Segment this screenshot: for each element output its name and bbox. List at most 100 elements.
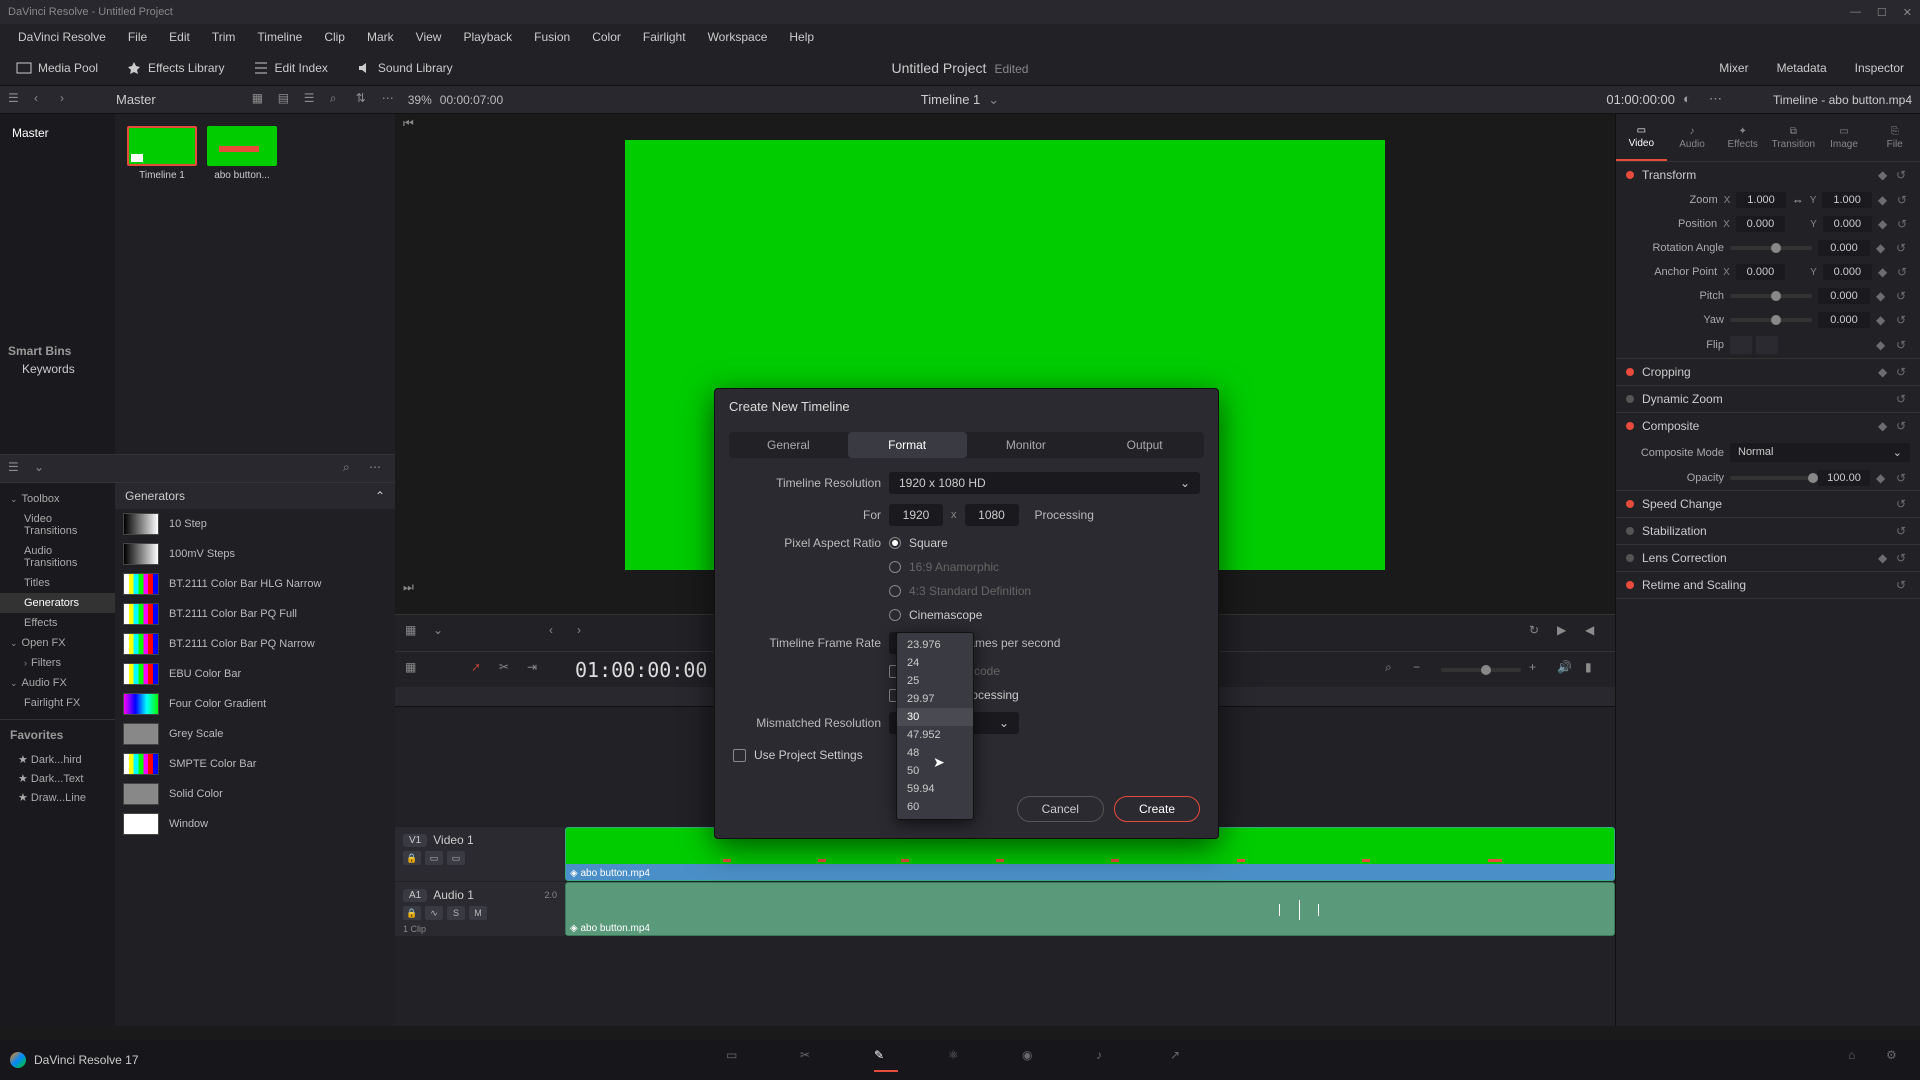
keyframe-icon[interactable]: ◆ [1878,217,1891,231]
flip-h-button[interactable] [1730,336,1752,354]
meter-icon[interactable]: ▮ [1585,660,1605,680]
solo-button[interactable]: S [447,906,465,920]
effects-library-button[interactable]: Effects Library [118,56,232,80]
track-enable-icon[interactable]: ▭ [425,851,443,865]
generator-item[interactable]: EBU Color Bar [115,659,395,689]
keyframe-icon[interactable]: ◆ [1878,193,1891,207]
dialog-tab-monitor[interactable]: Monitor [967,432,1086,458]
insert-tool-icon[interactable]: ⇥ [527,660,547,680]
fx-effects[interactable]: Effects [0,613,115,633]
metadata-button[interactable]: Metadata [1769,57,1835,79]
timeline-timecode[interactable]: 01:00:00:00 [575,658,707,682]
fav-3[interactable]: ★ Draw...Line [0,788,115,807]
fx-generators[interactable]: Generators [0,593,115,613]
menu-mark[interactable]: Mark [357,26,404,48]
dialog-tab-output[interactable]: Output [1085,432,1204,458]
menu-view[interactable]: View [406,26,452,48]
fps-option[interactable]: 59.94 [897,780,973,798]
transform-header[interactable]: Transform◆↺ [1616,162,1920,188]
track-curve-icon[interactable]: ∿ [425,906,443,920]
keyframe-icon[interactable]: ◆ [1876,338,1890,352]
pos-x-input[interactable]: 0.000 [1736,216,1785,232]
menu-file[interactable]: File [118,26,157,48]
next-edit-icon[interactable]: › [577,623,597,643]
inspector-tab-file[interactable]: ⎘File [1869,114,1920,161]
reset-icon[interactable]: ↺ [1897,265,1910,279]
generator-item[interactable]: SMPTE Color Bar [115,749,395,779]
timeline-name[interactable]: Timeline 1 [921,92,980,107]
timeline-view-icon[interactable]: ▦ [405,623,425,643]
fx-openfx[interactable]: ⌄Open FX [0,633,115,653]
generator-item[interactable]: 100mV Steps [115,539,395,569]
stabilization-header[interactable]: Stabilization↺ [1616,518,1920,544]
reset-icon[interactable]: ↺ [1897,217,1910,231]
track-thumb-icon[interactable]: ▭ [447,851,465,865]
generator-item[interactable]: BT.2111 Color Bar HLG Narrow [115,569,395,599]
more-icon[interactable]: ⋯ [382,91,400,109]
clip-thumb-timeline1[interactable]: Timeline 1 [127,126,197,181]
more-icon[interactable]: ⋯ [369,460,387,478]
close-icon[interactable]: ✕ [1903,6,1912,19]
generator-item[interactable]: BT.2111 Color Bar PQ Narrow [115,629,395,659]
collapse-icon[interactable]: ⌃ [375,489,385,503]
bypass-icon[interactable]: ◐ [1683,91,1701,109]
track-badge-a1[interactable]: A1 [403,889,427,902]
inspector-tab-video[interactable]: ▭Video [1616,114,1667,161]
minimize-icon[interactable]: — [1850,6,1861,19]
generator-item[interactable]: Window [115,809,395,839]
width-input[interactable]: 1920 [889,504,943,526]
anchor-y-input[interactable]: 0.000 [1823,264,1872,280]
media-page-icon[interactable]: ▭ [726,1048,750,1072]
mixer-button[interactable]: Mixer [1711,57,1756,79]
blade-tool-icon[interactable]: ✂ [499,660,519,680]
par-sd-radio[interactable] [889,585,901,597]
fps-option[interactable]: 47.952 [897,726,973,744]
zoom-slider[interactable] [1441,668,1521,672]
play-fwd-icon[interactable]: ▶ [1557,623,1577,643]
inspector-tab-effects[interactable]: ✦Effects [1717,114,1768,161]
generator-item[interactable]: 10 Step [115,509,395,539]
track-content-a1[interactable]: ◈ abo button.mp4 [565,882,1615,936]
list-icon[interactable]: ☰ [304,91,322,109]
par-anamorphic-radio[interactable] [889,561,901,573]
menu-color[interactable]: Color [582,26,631,48]
tl-options-icon[interactable]: ▦ [405,660,425,680]
speed-change-header[interactable]: Speed Change↺ [1616,491,1920,517]
color-page-icon[interactable]: ◉ [1022,1048,1046,1072]
fx-audiofx[interactable]: ⌄Audio FX [0,673,115,693]
pitch-input[interactable]: 0.000 [1818,288,1870,304]
home-icon[interactable]: ⌂ [1848,1048,1872,1072]
inspector-button[interactable]: Inspector [1847,57,1912,79]
grid-view-icon[interactable]: ▤ [278,91,296,109]
fps-option[interactable]: 23.976 [897,636,973,654]
fav-1[interactable]: ★ Dark...hird [0,750,115,769]
par-square-radio[interactable] [889,537,901,549]
settings-icon[interactable]: ⚙ [1886,1048,1910,1072]
composite-mode-select[interactable]: Normal⌄ [1730,443,1910,462]
menu-clip[interactable]: Clip [314,26,355,48]
yaw-input[interactable]: 0.000 [1818,312,1870,328]
maximize-icon[interactable]: ☐ [1877,6,1887,19]
flip-v-button[interactable] [1756,336,1778,354]
deliver-page-icon[interactable]: ↗ [1170,1048,1194,1072]
fx-filters[interactable]: ›Filters [0,653,115,673]
zoom-x-input[interactable]: 1.000 [1736,192,1785,208]
resolution-select[interactable]: 1920 x 1080 HD⌄ [889,472,1200,494]
edit-page-icon[interactable]: ✎ [874,1048,898,1072]
menu-workspace[interactable]: Workspace [698,26,778,48]
edit-index-button[interactable]: Edit Index [245,56,336,80]
chevron-down-icon[interactable]: ⌄ [988,92,999,108]
prev-edit-icon[interactable]: ‹ [549,623,569,643]
inspector-tab-audio[interactable]: ♪Audio [1667,114,1718,161]
fps-option[interactable]: 24 [897,654,973,672]
zoom-y-input[interactable]: 1.000 [1822,192,1871,208]
generator-item[interactable]: BT.2111 Color Bar PQ Full [115,599,395,629]
loop-icon[interactable]: ↻ [1529,623,1549,643]
chevron-down-icon[interactable]: ⌄ [34,460,52,478]
composite-header[interactable]: Composite◆↺ [1616,413,1920,439]
use-project-settings-check[interactable] [733,749,746,762]
inspector-tab-image[interactable]: ▭Image [1819,114,1870,161]
goto-end-icon[interactable]: ⏭ [403,580,414,594]
fx-audio-transitions[interactable]: Audio Transitions [0,541,115,573]
volume-icon[interactable]: 🔊 [1557,660,1577,680]
